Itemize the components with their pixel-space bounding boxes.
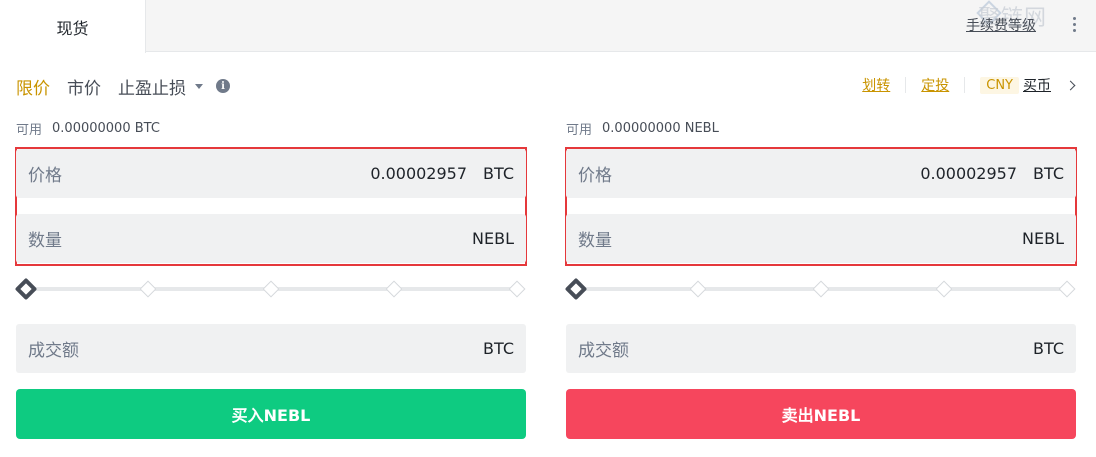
available-label: 可用 [16, 122, 43, 138]
amount-slider[interactable] [564, 277, 1076, 301]
available-value: 0.00000000 NEBL [602, 120, 719, 136]
available-balance: 可用 0.00000000 NEBL [566, 118, 1076, 138]
order-type-tabs: 限价 市价 止盈止损 i [16, 74, 230, 99]
recurring-link[interactable]: 定投 [921, 75, 949, 95]
price-field[interactable]: 价格 0.00002957 BTC [566, 149, 1076, 198]
quantity-unit: NEBL [1022, 229, 1064, 248]
total-field[interactable]: 成交额 BTC [16, 324, 526, 373]
price-label: 价格 [578, 166, 612, 186]
tab-spot[interactable]: 现货 [0, 0, 146, 53]
tab-limit[interactable]: 限价 [16, 74, 50, 99]
divider [964, 77, 966, 93]
price-unit: BTC [483, 164, 514, 183]
total-unit: BTC [1033, 339, 1064, 358]
fee-level-link[interactable]: 手续费等级 [966, 15, 1036, 35]
quantity-label: 数量 [28, 231, 62, 251]
available-balance: 可用 0.00000000 BTC [16, 118, 526, 138]
quantity-field[interactable]: 数量 NEBL [566, 214, 1076, 263]
price-label: 价格 [28, 166, 62, 186]
price-input[interactable]: 0.00002957 [370, 164, 467, 183]
caret-down-icon[interactable] [195, 83, 203, 89]
more-vertical-icon[interactable] [1066, 12, 1082, 36]
available-value: 0.00000000 BTC [52, 120, 160, 136]
chevron-right-icon[interactable] [1065, 80, 1076, 90]
tab-stop-limit[interactable]: 止盈止损 [118, 74, 186, 99]
slider-step-50[interactable] [812, 280, 830, 298]
quantity-unit: NEBL [472, 229, 514, 248]
price-field[interactable]: 价格 0.00002957 BTC [16, 149, 526, 198]
slider-step-100[interactable] [1058, 280, 1076, 298]
tab-market[interactable]: 市价 [67, 74, 101, 99]
slider-step-50[interactable] [262, 280, 280, 298]
transfer-link[interactable]: 划转 [862, 75, 890, 95]
total-label: 成交额 [578, 341, 629, 361]
sell-panel: 可用 0.00000000 NEBL 价格 0.00002957 BTC 数量 … [564, 118, 1077, 439]
total-label: 成交额 [28, 341, 79, 361]
slider-step-100[interactable] [508, 280, 526, 298]
price-input[interactable]: 0.00002957 [920, 164, 1017, 183]
divider [905, 77, 907, 93]
quantity-field[interactable]: 数量 NEBL [16, 214, 526, 263]
sell-button[interactable]: 卖出NEBL [566, 389, 1076, 439]
total-unit: BTC [483, 339, 514, 358]
top-bar: 现货 聚链网 手续费等级 [0, 0, 1096, 53]
quantity-label: 数量 [578, 231, 612, 251]
slider-step-75[interactable] [935, 280, 953, 298]
total-field[interactable]: 成交额 BTC [566, 324, 1076, 373]
info-icon[interactable]: i [216, 79, 230, 93]
available-label: 可用 [566, 122, 593, 138]
buy-panel: 可用 0.00000000 BTC 价格 0.00002957 BTC 数量 N… [14, 118, 527, 439]
quick-links: 划转 定投 CNY 买币 [862, 74, 1076, 96]
slider-step-25[interactable] [139, 280, 157, 298]
slider-step-25[interactable] [689, 280, 707, 298]
buy-button[interactable]: 买入NEBL [16, 389, 526, 439]
amount-slider[interactable] [14, 277, 526, 301]
buy-coin-link[interactable]: 买币 [1023, 75, 1051, 95]
slider-step-75[interactable] [385, 280, 403, 298]
slider-handle[interactable] [14, 277, 38, 301]
slider-handle[interactable] [564, 277, 588, 301]
currency-badge: CNY [980, 76, 1019, 94]
price-unit: BTC [1033, 164, 1064, 183]
